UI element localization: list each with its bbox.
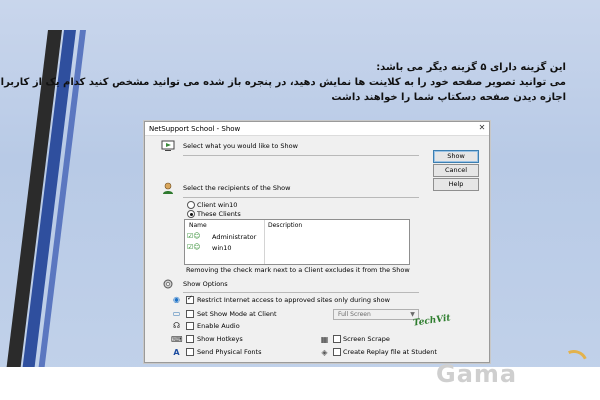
show-mode-select[interactable]: Full Screen ▼ <box>333 309 419 320</box>
enable-audio-checkbox[interactable] <box>186 322 194 330</box>
clients-list[interactable]: Name Description ☑☺ Administrator ☑☺ win… <box>184 219 410 265</box>
monitor-icon: ▭ <box>172 309 181 318</box>
send-fonts-checkbox[interactable] <box>186 348 194 356</box>
internet-globe-icon: ◉ <box>173 295 180 304</box>
section-options-label: Show Options <box>183 280 228 288</box>
user-icon <box>163 182 173 194</box>
section-show-label: Select what you would like to Show <box>183 142 298 150</box>
options-gear-icon <box>163 279 173 289</box>
create-replay-label: Create Replay file at Student <box>343 348 437 356</box>
slide-line-1: این گزینه دارای ۵ گزینه دیگر می باشد: <box>376 62 566 73</box>
list-item[interactable]: ☑☺ win10 <box>187 243 263 253</box>
checked-client-icon[interactable]: ☑☺ <box>187 243 203 252</box>
column-description-header[interactable]: Description <box>268 222 302 229</box>
font-icon: A <box>173 348 180 357</box>
enable-audio-label: Enable Audio <box>197 322 240 330</box>
replay-icon: ◈ <box>321 348 328 357</box>
show-mode-checkbox[interactable] <box>186 310 194 318</box>
show-mode-value: Full Screen <box>338 311 371 318</box>
play-screen-icon <box>161 140 175 151</box>
keyboard-icon: ⌨ <box>171 335 183 344</box>
restrict-internet-label: Restrict Internet access to approved sit… <box>197 296 390 304</box>
radio-these-clients-label: These Clients <box>197 210 241 218</box>
send-fonts-label: Send Physical Fonts <box>197 348 262 356</box>
show-button[interactable]: Show <box>433 150 479 163</box>
headphones-icon: ☊ <box>172 321 181 330</box>
show-hotkeys-checkbox[interactable] <box>186 335 194 343</box>
client-name: Administrator <box>212 233 257 241</box>
recipients-note: Removing the check mark next to a Client… <box>186 266 410 274</box>
screen-scrape-icon: ▦ <box>320 335 329 344</box>
divider <box>183 292 419 293</box>
screen-scrape-label: Screen Scrape <box>343 335 390 343</box>
create-replay-checkbox[interactable] <box>333 348 341 356</box>
radio-client-win10[interactable] <box>187 201 195 209</box>
divider <box>183 155 419 156</box>
help-button[interactable]: Help <box>433 178 479 191</box>
radio-these-clients[interactable] <box>187 210 195 218</box>
close-icon[interactable]: ✕ <box>477 123 487 133</box>
watermark-logo: Gama <box>436 360 518 388</box>
checked-client-icon[interactable]: ☑☺ <box>187 232 203 241</box>
show-dialog: NetSupport School - Show ✕ Select what y… <box>144 121 490 363</box>
list-item[interactable]: ☑☺ Administrator <box>187 232 263 242</box>
divider <box>183 197 419 198</box>
show-hotkeys-label: Show Hotkeys <box>197 335 243 343</box>
client-name: win10 <box>212 244 232 252</box>
radio-client-win10-label: Client win10 <box>197 201 238 209</box>
slide-line-2: می توانید تصویر صفحه خود را به کلاینت ها… <box>0 77 566 88</box>
title-bar: NetSupport School - Show ✕ <box>145 122 489 136</box>
cancel-button[interactable]: Cancel <box>433 164 479 177</box>
screen-scrape-checkbox[interactable] <box>333 335 341 343</box>
restrict-internet-checkbox[interactable] <box>186 294 194 304</box>
section-recipients-label: Select the recipients of the Show <box>183 184 291 192</box>
column-name-header[interactable]: Name <box>189 222 207 229</box>
dialog-title: NetSupport School - Show <box>149 125 241 133</box>
show-mode-label: Set Show Mode at Client <box>197 310 277 318</box>
column-separator <box>264 220 265 264</box>
slide-description: این گزینه دارای ۵ گزینه دیگر می باشد: می… <box>0 60 566 105</box>
slide-line-3: اجازه دیدن صفحه دسکتاپ شما را خواهند داش… <box>331 92 566 103</box>
